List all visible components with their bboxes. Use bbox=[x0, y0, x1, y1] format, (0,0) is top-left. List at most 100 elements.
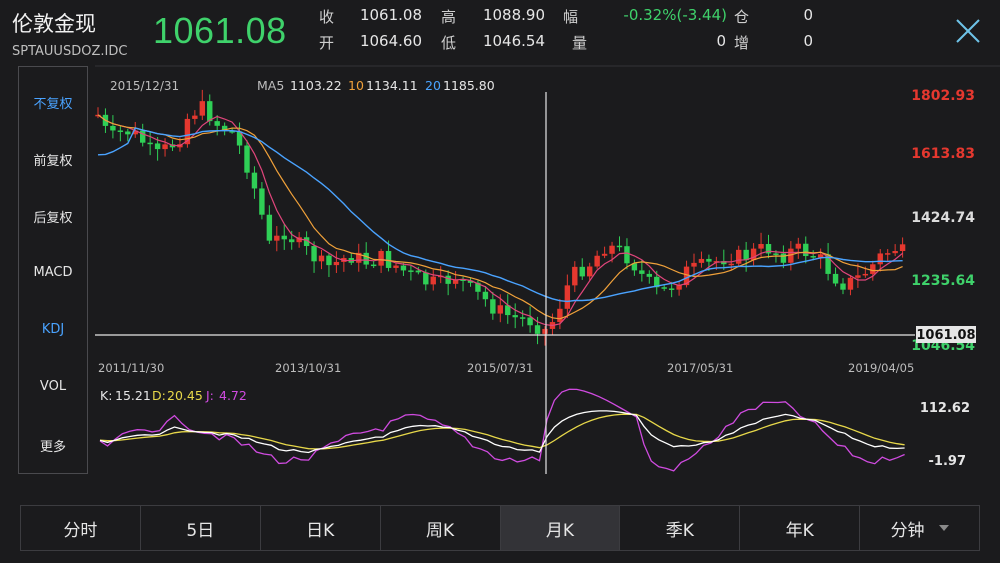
tab-weekly-k[interactable]: 周K bbox=[381, 506, 501, 550]
candle-body bbox=[385, 250, 392, 268]
candle-body bbox=[117, 130, 124, 132]
candle-body bbox=[423, 272, 429, 285]
candle-body bbox=[281, 235, 287, 240]
kdj-d-label: D: bbox=[152, 388, 166, 403]
candle-body bbox=[803, 243, 809, 257]
kdj-d-line bbox=[99, 413, 905, 450]
price-tick-3: 1424.74 bbox=[911, 210, 975, 226]
candle-body bbox=[542, 328, 548, 334]
sidebar-item-forward-adjust[interactable]: 前复权 bbox=[19, 150, 87, 169]
candle-body bbox=[378, 250, 384, 266]
candle-body bbox=[609, 245, 615, 254]
candle-body bbox=[616, 245, 623, 248]
candle-body bbox=[445, 275, 451, 284]
candle-body bbox=[162, 144, 168, 150]
ma10-line bbox=[97, 114, 903, 320]
tab-yearly-k[interactable]: 年K bbox=[740, 506, 861, 550]
date-tick-1: 2011/11/30 bbox=[98, 361, 164, 375]
candle-body bbox=[125, 131, 131, 135]
tab-minute[interactable]: 分钟 bbox=[860, 506, 979, 550]
candle-body bbox=[661, 287, 667, 289]
candle-body bbox=[840, 283, 846, 290]
candle-body bbox=[430, 276, 436, 285]
candle-body bbox=[706, 258, 712, 262]
tab-5day[interactable]: 5日 bbox=[141, 506, 261, 550]
candle-body bbox=[214, 121, 220, 126]
candle-body bbox=[646, 273, 652, 277]
candle-body bbox=[870, 264, 876, 274]
price-tick-4: 1235.64 bbox=[911, 273, 975, 289]
candle-body bbox=[251, 172, 258, 189]
sidebar-item-kdj[interactable]: KDJ bbox=[19, 322, 87, 337]
kdj-k-label: K: bbox=[100, 388, 112, 403]
candle-body bbox=[512, 315, 518, 318]
candle-body bbox=[400, 265, 407, 271]
kdj-axis-bottom: -1.97 bbox=[929, 454, 966, 469]
candle-body bbox=[110, 125, 116, 131]
kline-chart[interactable]: 2015/12/31 MA5 1103.22 10 1134.11 20 118… bbox=[0, 0, 1000, 500]
candle-body bbox=[266, 214, 273, 241]
candle-body bbox=[519, 317, 526, 319]
sidebar-item-backward-adjust[interactable]: 后复权 bbox=[19, 207, 87, 226]
kdj-j-label: J: bbox=[205, 388, 214, 403]
candle-body bbox=[579, 266, 585, 277]
indicator-sidebar: 不复权 前复权 后复权 MACD KDJ VOL 更多 bbox=[18, 66, 88, 474]
candle-body bbox=[199, 101, 205, 116]
candle-body bbox=[370, 264, 377, 267]
candle-body bbox=[698, 258, 705, 263]
candle-body bbox=[363, 252, 369, 265]
kdj-d-value: 20.45 bbox=[167, 388, 203, 403]
date-tick-3: 2015/07/31 bbox=[467, 361, 533, 375]
candle-body bbox=[855, 275, 861, 278]
sidebar-item-more[interactable]: 更多 bbox=[19, 436, 87, 455]
candle-body bbox=[333, 261, 340, 266]
candle-body bbox=[490, 299, 496, 314]
candle-body bbox=[847, 277, 854, 290]
candle-body bbox=[773, 253, 779, 255]
candle-body bbox=[154, 143, 161, 150]
ma20-value: 1185.80 bbox=[443, 78, 495, 93]
candle-body bbox=[899, 244, 906, 252]
price-tick-2: 1613.83 bbox=[911, 146, 975, 162]
candle-body bbox=[564, 285, 571, 309]
candle-body bbox=[557, 308, 563, 323]
ma10-value: 1134.11 bbox=[366, 78, 418, 93]
candle-body bbox=[147, 142, 153, 145]
ma5-label: MA5 bbox=[257, 78, 284, 93]
period-tabs: 分时 5日 日K 周K 月K 季K 年K 分钟 bbox=[20, 505, 980, 551]
candle-body bbox=[244, 145, 250, 173]
sidebar-item-vol[interactable]: VOL bbox=[19, 379, 87, 394]
candle-body bbox=[832, 273, 839, 284]
kdj-k-value: 15.21 bbox=[115, 388, 151, 403]
candle-body bbox=[594, 255, 600, 267]
tab-daily-k[interactable]: 日K bbox=[261, 506, 381, 550]
ma-lines-group bbox=[97, 114, 903, 327]
candle-body bbox=[639, 270, 645, 274]
candle-body bbox=[795, 243, 801, 249]
candle-body bbox=[691, 262, 697, 267]
candle-body bbox=[274, 235, 280, 241]
tab-intraday[interactable]: 分时 bbox=[21, 506, 141, 550]
cursor-date: 2015/12/31 bbox=[110, 79, 179, 93]
chevron-down-icon bbox=[938, 525, 949, 531]
candle-body bbox=[289, 239, 295, 243]
candle-body bbox=[497, 305, 503, 314]
candle-body bbox=[408, 270, 414, 272]
ma10-label: 10 bbox=[348, 78, 364, 93]
candle-body bbox=[311, 246, 317, 262]
candles-group bbox=[95, 89, 906, 346]
candle-body bbox=[728, 263, 734, 266]
kdj-axis-top: 112.62 bbox=[920, 401, 970, 416]
tab-monthly-k[interactable]: 月K bbox=[500, 506, 621, 550]
date-tick-2: 2013/10/31 bbox=[275, 361, 341, 375]
tab-quarterly-k[interactable]: 季K bbox=[620, 506, 741, 550]
candle-body bbox=[780, 253, 787, 263]
candle-body bbox=[527, 317, 533, 326]
sidebar-item-no-adjust[interactable]: 不复权 bbox=[19, 93, 87, 112]
candle-body bbox=[877, 253, 883, 265]
candle-body bbox=[482, 291, 489, 300]
candle-body bbox=[572, 266, 578, 286]
candle-body bbox=[534, 325, 541, 334]
sidebar-item-macd[interactable]: MACD bbox=[19, 265, 87, 280]
candle-body bbox=[192, 115, 198, 119]
